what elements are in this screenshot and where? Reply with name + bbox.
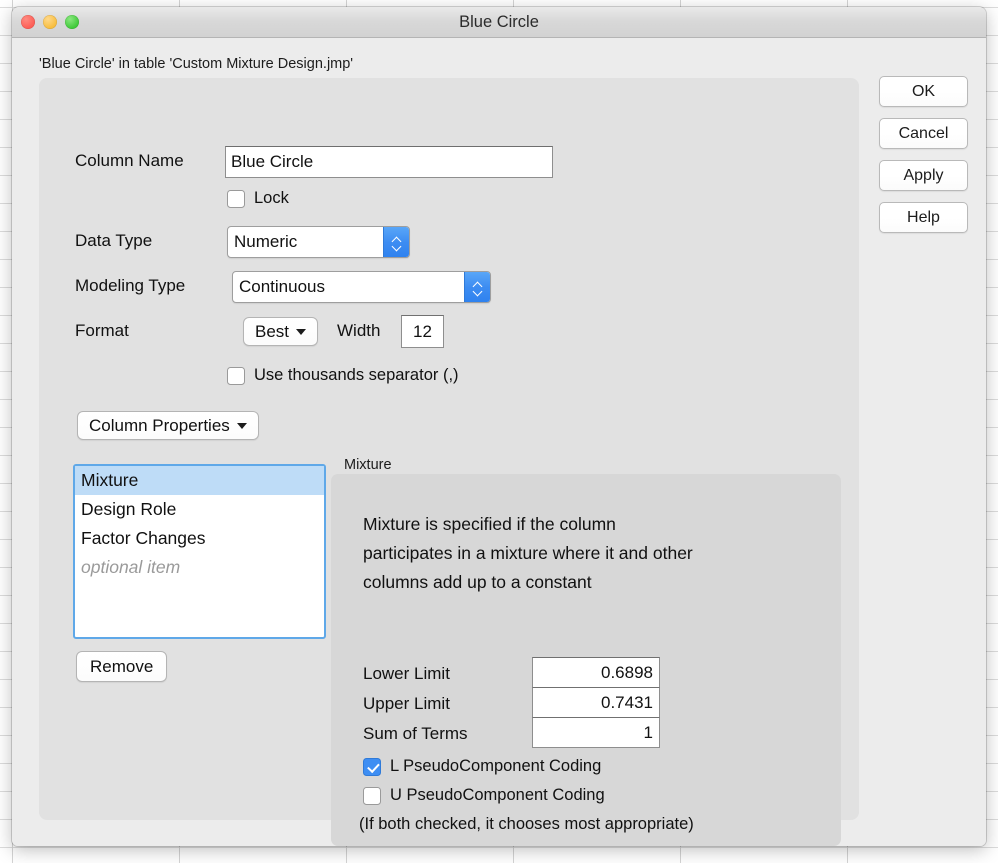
modeling-type-stepper-icon[interactable] bbox=[464, 272, 490, 302]
lock-checkbox-row[interactable]: Lock bbox=[227, 189, 289, 208]
column-info-panel: Column Name Lock Data Type Numeric Model… bbox=[39, 78, 859, 820]
data-type-stepper-icon[interactable] bbox=[383, 227, 409, 257]
list-item-factor-changes[interactable]: Factor Changes bbox=[75, 524, 324, 553]
title-bar: Blue Circle bbox=[12, 7, 986, 38]
window-title: Blue Circle bbox=[12, 7, 986, 37]
l-pseudo-coding-label: L PseudoComponent Coding bbox=[390, 757, 601, 776]
column-properties-list[interactable]: Mixture Design Role Factor Changes optio… bbox=[73, 464, 326, 639]
upper-limit-label: Upper Limit bbox=[363, 694, 450, 714]
thousands-separator-row[interactable]: Use thousands separator (,) bbox=[227, 366, 459, 385]
column-properties-label: Column Properties bbox=[89, 416, 230, 436]
cancel-button[interactable]: Cancel bbox=[879, 118, 968, 149]
lower-limit-input[interactable]: 0.6898 bbox=[532, 657, 660, 688]
modeling-type-label: Modeling Type bbox=[75, 276, 185, 296]
sum-of-terms-label: Sum of Terms bbox=[363, 724, 468, 744]
column-name-input[interactable] bbox=[225, 146, 553, 178]
l-pseudo-coding-checkbox[interactable] bbox=[363, 758, 381, 776]
mixture-group-label: Mixture bbox=[344, 457, 392, 473]
format-label: Format bbox=[75, 321, 129, 341]
apply-button[interactable]: Apply bbox=[879, 160, 968, 191]
help-button[interactable]: Help bbox=[879, 202, 968, 233]
dialog-action-buttons: OK Cancel Apply Help bbox=[879, 76, 968, 233]
mixture-group-box: Mixture is specified if the column parti… bbox=[331, 474, 841, 846]
list-item-optional[interactable]: optional item bbox=[75, 553, 324, 582]
modeling-type-popup[interactable]: Continuous bbox=[232, 271, 491, 303]
data-type-popup[interactable]: Numeric bbox=[227, 226, 410, 258]
u-pseudo-coding-row[interactable]: U PseudoComponent Coding bbox=[363, 786, 605, 805]
pseudo-coding-note: (If both checked, it chooses most approp… bbox=[359, 815, 694, 834]
remove-button[interactable]: Remove bbox=[76, 651, 167, 682]
width-label: Width bbox=[337, 321, 380, 341]
format-value: Best bbox=[255, 322, 289, 342]
dialog-window: Blue Circle 'Blue Circle' in table 'Cust… bbox=[12, 7, 986, 846]
lock-checkbox[interactable] bbox=[227, 190, 245, 208]
format-menu-button[interactable]: Best bbox=[243, 317, 318, 346]
data-type-value: Numeric bbox=[228, 232, 383, 252]
upper-limit-input[interactable]: 0.7431 bbox=[532, 687, 660, 718]
u-pseudo-coding-label: U PseudoComponent Coding bbox=[390, 786, 605, 805]
dialog-body: 'Blue Circle' in table 'Custom Mixture D… bbox=[12, 38, 986, 846]
caret-down-icon bbox=[237, 423, 247, 429]
list-item-mixture[interactable]: Mixture bbox=[75, 466, 324, 495]
lock-label: Lock bbox=[254, 189, 289, 208]
chevron-up-icon bbox=[473, 281, 482, 286]
modeling-type-value: Continuous bbox=[233, 277, 464, 297]
mixture-description: Mixture is specified if the column parti… bbox=[363, 510, 703, 597]
chevron-down-icon bbox=[392, 244, 401, 249]
width-input[interactable]: 12 bbox=[401, 315, 444, 348]
context-label: 'Blue Circle' in table 'Custom Mixture D… bbox=[39, 56, 353, 72]
list-item-design-role[interactable]: Design Role bbox=[75, 495, 324, 524]
sum-of-terms-input[interactable]: 1 bbox=[532, 717, 660, 748]
lower-limit-label: Lower Limit bbox=[363, 664, 450, 684]
thousands-separator-label: Use thousands separator (,) bbox=[254, 366, 459, 385]
caret-down-icon bbox=[296, 329, 306, 335]
ok-button[interactable]: OK bbox=[879, 76, 968, 107]
thousands-separator-checkbox[interactable] bbox=[227, 367, 245, 385]
l-pseudo-coding-row[interactable]: L PseudoComponent Coding bbox=[363, 757, 601, 776]
chevron-up-icon bbox=[392, 236, 401, 241]
column-name-label: Column Name bbox=[75, 151, 184, 171]
u-pseudo-coding-checkbox[interactable] bbox=[363, 787, 381, 805]
data-type-label: Data Type bbox=[75, 231, 152, 251]
chevron-down-icon bbox=[473, 289, 482, 294]
column-properties-button[interactable]: Column Properties bbox=[77, 411, 259, 440]
